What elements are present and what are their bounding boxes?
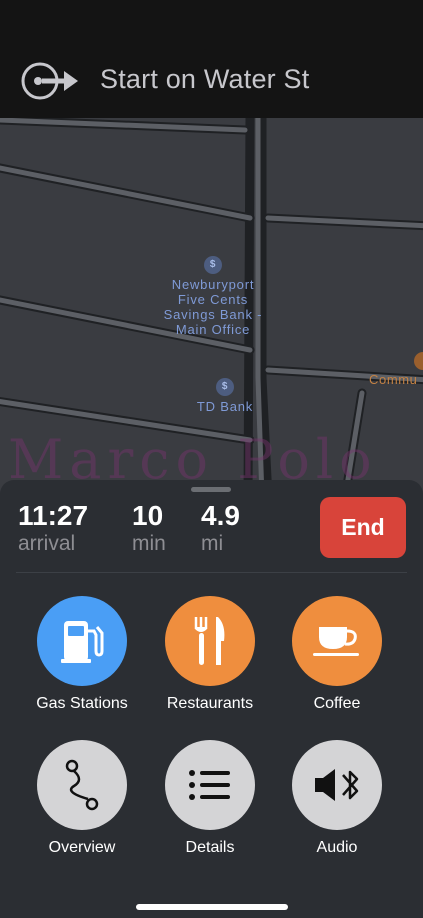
action-label: Audio [316,839,358,856]
maneuver-instruction: Start on Water St [100,64,310,94]
coffee-cup-icon [292,596,382,686]
start-route-icon [21,62,78,100]
arrival-stat: 11:27 arrival [18,500,88,556]
fork-knife-icon [165,596,255,686]
poi-label: TD Bank [196,399,254,414]
action-label: Overview [48,839,116,856]
poi-newburyport-bank[interactable]: $ Newburyport Five Cents Savings Bank - … [150,256,276,337]
bank-icon: $ [216,378,234,396]
arrival-label: arrival [18,532,76,555]
audio-button[interactable]: Audio [277,740,397,857]
home-indicator[interactable] [136,904,288,910]
route-sheet[interactable]: 11:27 arrival 10 min 4.9 mi End Gas Stat… [0,480,423,918]
restaurants-button[interactable]: Restaurants [150,596,270,713]
duration-stat: 10 min [132,500,166,556]
end-route-button[interactable]: End [320,497,406,558]
navigation-banner[interactable]: Start on Water St [0,0,423,118]
speaker-bluetooth-icon [292,740,382,830]
poi-td-bank[interactable]: $ TD Bank [180,378,270,414]
distance-stat: 4.9 mi [201,500,240,556]
duration-unit: min [132,532,166,555]
action-label: Restaurants [166,695,254,712]
distance-value: 4.9 [201,500,240,531]
route-overview-icon [37,740,127,830]
poi-community[interactable]: Commu [369,372,418,387]
coffee-button[interactable]: Coffee [277,596,397,713]
action-label: Coffee [313,695,361,712]
sheet-grabber[interactable] [191,487,231,492]
distance-unit: mi [201,532,224,555]
gas-stations-button[interactable]: Gas Stations [22,596,142,713]
overview-button[interactable]: Overview [22,740,142,857]
action-label: Details [185,839,235,856]
action-label: Gas Stations [36,695,128,712]
duration-value: 10 [132,500,164,531]
bank-icon: $ [204,256,222,274]
details-button[interactable]: Details [150,740,270,857]
divider [16,572,407,573]
arrival-time: 11:27 [18,500,89,531]
poi-label: Newburyport Five Cents Savings Bank - Ma… [163,277,263,337]
gas-pump-icon [37,596,127,686]
list-icon [165,740,255,830]
